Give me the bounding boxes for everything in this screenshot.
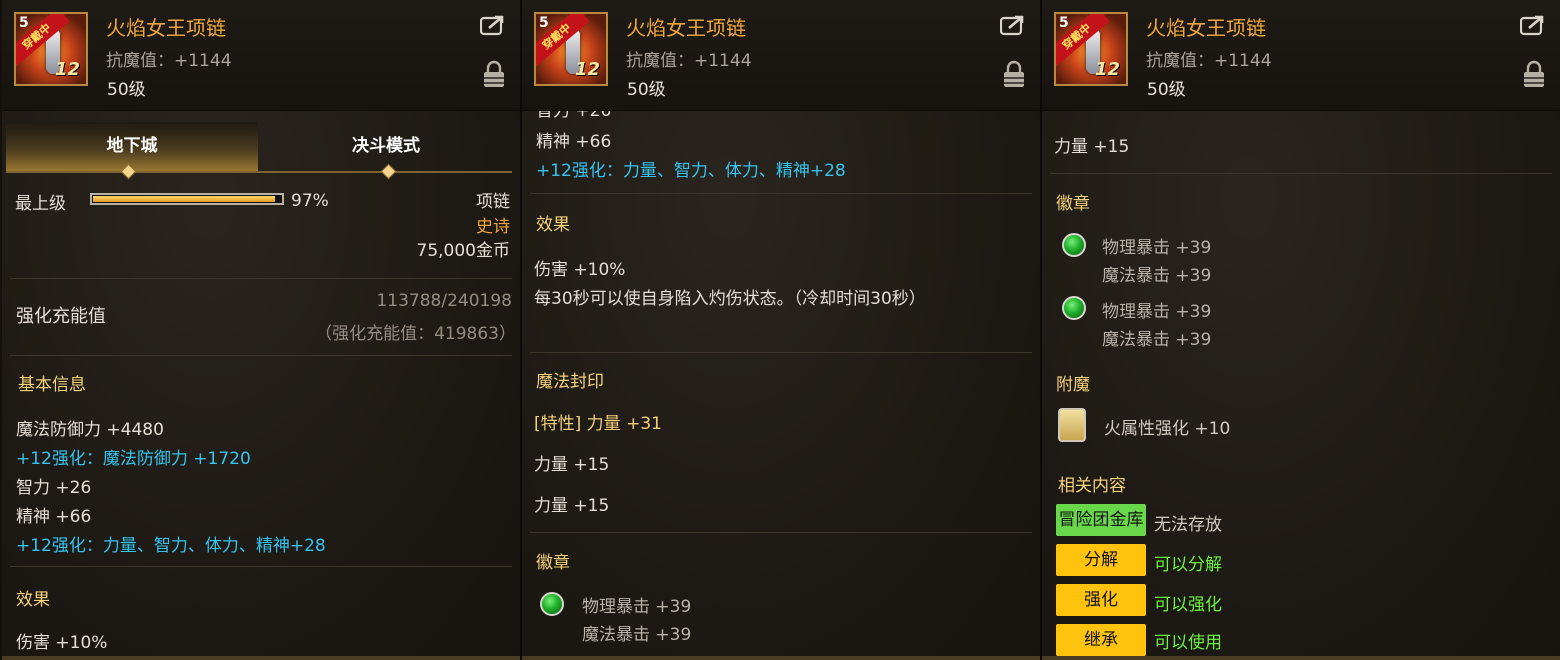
share-icon[interactable] — [1520, 14, 1546, 36]
charge-progress: 113788/240198 — [376, 291, 512, 311]
enchant-header: 附魔 — [1056, 375, 1090, 395]
scroll-edge — [522, 656, 1040, 660]
stat-line-enhance: +12强化：魔法防御力 +1720 — [16, 449, 251, 469]
effect-line: 伤害 +10% — [16, 633, 108, 653]
item-icon: 5 穿戴中 12 — [534, 12, 608, 86]
stat-line: 精神 +66 — [16, 507, 92, 527]
magic-seal-header: 魔法封印 — [536, 372, 604, 392]
item-title: 火焰女王项链 — [106, 16, 226, 40]
icon-corner-number: 5 — [539, 15, 549, 31]
effect-header: 效果 — [536, 215, 570, 235]
divider — [530, 352, 1032, 353]
top-level-percent: 97% — [291, 191, 329, 211]
badge-inherit: 继承 — [1056, 624, 1146, 656]
related-value: 无法存放 — [1154, 515, 1222, 535]
item-header: 5 穿戴中 12 火焰女王项链 抗魔值：+1144 50级 — [2, 0, 520, 111]
icon-corner-number: 5 — [19, 15, 29, 31]
top-level-bar-fill — [93, 196, 275, 202]
effect-line: 每30秒可以使自身陷入灼伤状态。（冷却时间30秒） — [534, 289, 926, 309]
item-header: 5 穿戴中 12 火焰女王项链 抗魔值：+1144 50级 — [1042, 0, 1560, 111]
divider — [530, 193, 1032, 194]
emblem-header: 徽章 — [1056, 194, 1090, 214]
share-icon[interactable] — [1000, 14, 1026, 36]
scroll-edge — [2, 656, 520, 660]
divider — [1050, 173, 1552, 174]
stat-line: 魔法防御力 +4480 — [16, 420, 164, 440]
enhance-level-badge: 12 — [1094, 59, 1120, 80]
item-slot: 项链 — [476, 192, 510, 212]
divider — [10, 278, 512, 279]
item-resist: 抗魔值：+1144 — [106, 51, 232, 71]
emblem-header: 徽章 — [536, 553, 570, 573]
badge-adventure-vault: 冒险团金库 — [1056, 504, 1146, 536]
item-tooltip-panel-2: 智力 +26 5 穿戴中 12 火焰女王项链 抗魔值：+1144 50级 精神 … — [522, 0, 1040, 660]
item-title: 火焰女王项链 — [626, 16, 746, 40]
icon-corner-number: 5 — [1059, 15, 1069, 31]
emblem-green-icon — [1062, 296, 1086, 320]
lock-icon[interactable] — [1522, 60, 1546, 88]
scroll-edge — [1042, 656, 1560, 660]
seal-line: 力量 +15 — [534, 455, 610, 475]
divider — [530, 532, 1032, 533]
stat-line: 智力 +26 — [16, 478, 92, 498]
emblem-line: 魔法暴击 +39 — [1102, 330, 1212, 350]
tab-dungeon[interactable]: 地下城 — [6, 122, 258, 172]
item-level: 50级 — [107, 80, 146, 100]
charge-total: （强化充能值：419863） — [315, 324, 516, 344]
enhance-level-badge: 12 — [574, 59, 600, 80]
enhance-level-badge: 12 — [54, 59, 80, 80]
seal-line: 力量 +15 — [534, 496, 610, 516]
effect-header: 效果 — [16, 590, 50, 610]
item-header: 5 穿戴中 12 火焰女王项链 抗魔值：+1144 50级 — [522, 0, 1040, 111]
emblem-line: 魔法暴击 +39 — [1102, 266, 1212, 286]
emblem-line: 魔法暴击 +39 — [582, 625, 692, 645]
top-level-label: 最上级 — [15, 194, 66, 214]
stat-line-enhance: +12强化：力量、智力、体力、精神+28 — [536, 161, 846, 181]
item-tooltip-panel-3: 5 穿戴中 12 火焰女王项链 抗魔值：+1144 50级 力量 +15 徽章 … — [1042, 0, 1560, 660]
seal-line: 力量 +15 — [1054, 137, 1130, 157]
related-value: 可以分解 — [1154, 555, 1222, 575]
item-price: 75,000金币 — [416, 241, 510, 261]
tab-underline — [6, 171, 512, 173]
emblem-green-icon — [1062, 233, 1086, 257]
emblem-line: 物理暴击 +39 — [1102, 238, 1212, 258]
item-title: 火焰女王项链 — [1146, 16, 1266, 40]
emblem-green-icon — [540, 592, 564, 616]
share-icon[interactable] — [480, 14, 506, 36]
item-level: 50级 — [1147, 80, 1186, 100]
badge-disassemble: 分解 — [1056, 544, 1146, 576]
related-value: 可以使用 — [1154, 633, 1222, 653]
emblem-line: 物理暴击 +39 — [582, 597, 692, 617]
badge-enhance: 强化 — [1056, 584, 1146, 616]
item-resist: 抗魔值：+1144 — [1146, 51, 1272, 71]
related-header: 相关内容 — [1058, 476, 1126, 496]
item-rarity: 史诗 — [476, 217, 510, 237]
item-icon: 5 穿戴中 12 — [14, 12, 88, 86]
item-icon: 5 穿戴中 12 — [1054, 12, 1128, 86]
stat-line: 精神 +66 — [536, 132, 612, 152]
seal-line: [特性] 力量 +31 — [534, 414, 662, 434]
item-tooltip-panel-1: 5 穿戴中 12 火焰女王项链 抗魔值：+1144 50级 地下城 决斗模式 最… — [2, 0, 520, 660]
related-value: 可以强化 — [1154, 595, 1222, 615]
divider — [10, 566, 512, 567]
lock-icon[interactable] — [482, 60, 506, 88]
item-resist: 抗魔值：+1144 — [626, 51, 752, 71]
stat-line-enhance: +12强化：力量、智力、体力、精神+28 — [16, 536, 326, 556]
emblem-line: 物理暴击 +39 — [1102, 302, 1212, 322]
enchant-line: 火属性强化 +10 — [1104, 419, 1231, 439]
divider — [10, 355, 512, 356]
charge-label: 强化充能值 — [16, 306, 106, 327]
basic-info-header: 基本信息 — [18, 375, 86, 395]
lock-icon[interactable] — [1002, 60, 1026, 88]
effect-line: 伤害 +10% — [534, 260, 626, 280]
item-level: 50级 — [627, 80, 666, 100]
top-level-bar — [90, 193, 284, 205]
enchant-card-icon — [1058, 408, 1086, 442]
